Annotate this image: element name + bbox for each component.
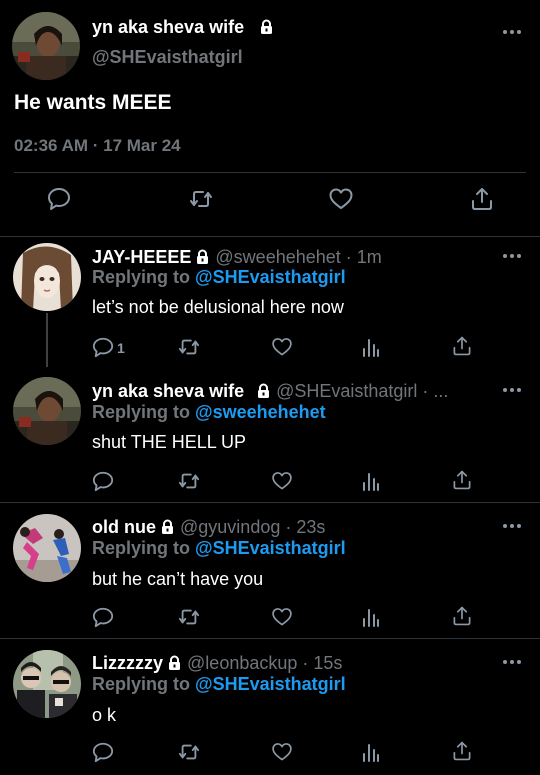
views-icon[interactable]	[362, 606, 380, 628]
reply-tweet[interactable]: old nue @gyuvindog · 23s Replying to @SH…	[0, 503, 540, 638]
share-icon[interactable]	[451, 335, 473, 357]
retweet-icon[interactable]	[177, 741, 201, 763]
replying-to: Replying to @sweehehehet	[92, 402, 326, 422]
reply-icon[interactable]	[92, 741, 114, 763]
share-icon[interactable]	[469, 186, 495, 212]
like-icon[interactable]	[328, 186, 354, 212]
views-icon[interactable]	[362, 741, 380, 763]
replying-to-link[interactable]: @SHEvaisthatgirl	[195, 538, 346, 558]
lock-icon	[162, 519, 173, 534]
display-name[interactable]: Lizzzzzy	[92, 653, 163, 673]
tweet-text: He wants MEEE	[14, 91, 172, 114]
retweet-icon[interactable]	[177, 470, 201, 492]
views-icon[interactable]	[362, 470, 380, 492]
like-icon[interactable]	[271, 470, 293, 492]
handle-time[interactable]: @sweehehehet · 1m	[215, 247, 381, 267]
lock-icon	[197, 249, 209, 264]
like-icon[interactable]	[271, 336, 293, 358]
avatar[interactable]	[13, 377, 81, 445]
handle[interactable]: @SHEvaisthatgirl	[92, 47, 243, 68]
reply-text: o k	[92, 705, 117, 725]
reply-tweet[interactable]: Lizzzzzy @leonbackup · 15s Replying to @…	[0, 639, 540, 775]
retweet-icon[interactable]	[177, 336, 201, 358]
replying-to-link[interactable]: @SHEvaisthatgirl	[195, 267, 346, 287]
avatar[interactable]	[13, 650, 81, 718]
views-icon[interactable]	[362, 336, 380, 358]
reply-header: JAY-HEEEE @sweehehehet · 1m	[92, 247, 382, 268]
lock-icon	[261, 19, 273, 34]
more-icon[interactable]	[503, 659, 523, 665]
display-name[interactable]: yn aka sheva wife	[92, 381, 244, 401]
retweet-icon[interactable]	[188, 186, 214, 212]
tweet-actions	[0, 186, 540, 220]
handle-time[interactable]: @SHEvaisthatgirl · ...	[276, 381, 448, 401]
replying-to-link[interactable]: @SHEvaisthatgirl	[195, 674, 346, 694]
reply-header: yn aka sheva wife @SHEvaisthatgirl · ...	[92, 381, 448, 402]
share-icon[interactable]	[451, 740, 473, 762]
display-name[interactable]: old nue	[92, 517, 156, 537]
like-icon[interactable]	[271, 741, 293, 763]
more-icon[interactable]	[503, 253, 523, 259]
reply-text: shut THE HELL UP	[92, 432, 247, 452]
avatar[interactable]	[13, 514, 81, 582]
lock-icon	[169, 655, 181, 670]
handle-time[interactable]: @leonbackup · 15s	[187, 653, 342, 673]
replying-to: Replying to @SHEvaisthatgirl	[92, 267, 346, 287]
reply-tweet[interactable]: JAY-HEEEE @sweehehehet · 1m Replying to …	[0, 237, 540, 367]
reply-header: old nue @gyuvindog · 23s	[92, 517, 325, 538]
reply-text: but he can’t have you	[92, 569, 264, 589]
reply-tweet[interactable]: yn aka sheva wife @SHEvaisthatgirl · ...…	[0, 367, 540, 502]
more-icon[interactable]	[503, 387, 523, 393]
retweet-icon[interactable]	[177, 606, 201, 628]
main-tweet: yn aka sheva wife @SHEvaisthatgirl He wa…	[0, 0, 540, 240]
timestamp[interactable]: 02:36 AM · 17 Mar 24	[14, 136, 181, 156]
display-name[interactable]: JAY-HEEEE	[92, 247, 191, 267]
replying-to: Replying to @SHEvaisthatgirl	[92, 674, 346, 694]
avatar[interactable]	[13, 243, 81, 311]
reply-count: 1	[117, 340, 125, 356]
replying-to-link[interactable]: @sweehehehet	[195, 402, 326, 422]
reply-icon[interactable]	[47, 186, 71, 212]
lock-icon	[258, 383, 270, 398]
divider	[14, 172, 526, 173]
more-icon[interactable]	[503, 29, 523, 35]
reply-icon[interactable]	[92, 336, 114, 358]
thread-line	[46, 313, 48, 367]
more-icon[interactable]	[503, 523, 523, 529]
avatar[interactable]	[12, 12, 80, 80]
handle-time[interactable]: @gyuvindog · 23s	[180, 517, 325, 537]
share-icon[interactable]	[451, 605, 473, 627]
reply-icon[interactable]	[92, 470, 114, 492]
like-icon[interactable]	[271, 606, 293, 628]
share-icon[interactable]	[451, 469, 473, 491]
reply-header: Lizzzzzy @leonbackup · 15s	[92, 653, 342, 674]
display-name[interactable]: yn aka sheva wife	[92, 17, 274, 38]
replying-to: Replying to @SHEvaisthatgirl	[92, 538, 346, 558]
reply-icon[interactable]	[92, 606, 114, 628]
reply-text: let’s not be delusional here now	[92, 297, 344, 317]
